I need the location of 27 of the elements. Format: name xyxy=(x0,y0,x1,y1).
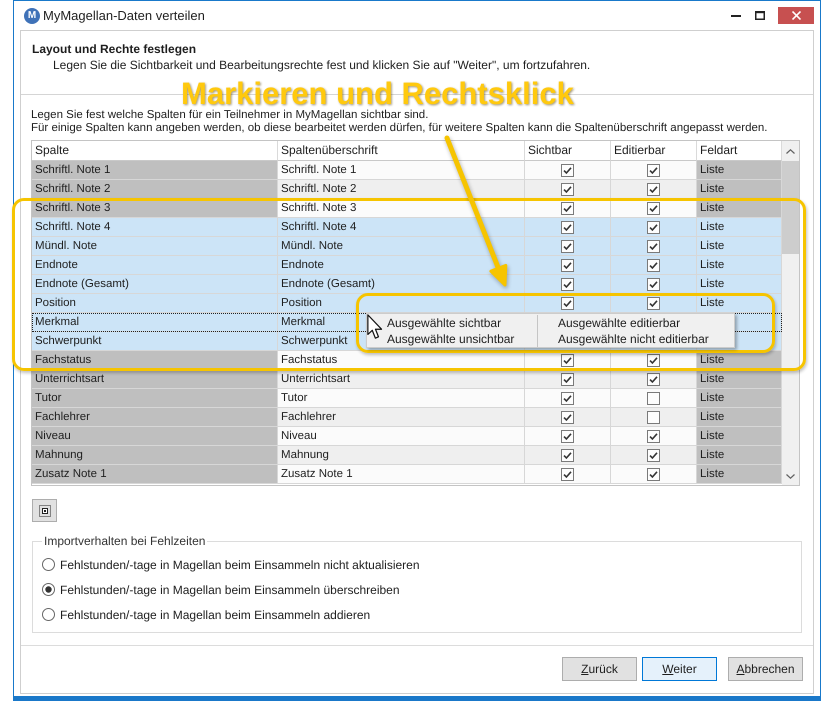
table-cell: Fachstatus xyxy=(278,351,525,370)
app-logo: M xyxy=(24,8,40,24)
table-cell: Liste xyxy=(697,180,782,199)
table-cell: Niveau xyxy=(32,427,278,446)
annotation-text: Markieren und Rechtsklick xyxy=(181,79,574,108)
table-cell: Liste xyxy=(697,427,782,446)
table-cell: Liste xyxy=(697,446,782,465)
table-cell: Liste xyxy=(697,389,782,408)
table-cell: Tutor xyxy=(32,389,278,408)
table-cell: Fachlehrer xyxy=(32,408,278,427)
table-cell: Schriftl. Note 2 xyxy=(32,180,278,199)
table-cell: Mahnung xyxy=(32,446,278,465)
table-cell: Schriftl. Note 2 xyxy=(278,180,525,199)
table-cell: Liste xyxy=(697,465,782,484)
table-cell: Liste xyxy=(697,408,782,427)
section-title: Layout und Rechte festlegen xyxy=(32,41,198,57)
section-description: Legen Sie die Sichtbarkeit und Bearbeitungsrechte fest und klicken Sie auf "Weiter", um fortzufahren. xyxy=(52,57,592,73)
instruction-text: Legen Sie fest welche Spalten für ein Teilnehmer in MyMagellan sichtbar sind. xyxy=(31,109,428,122)
table-cell: Liste xyxy=(697,370,782,389)
group-title: Importverhalten bei Fehlzeiten xyxy=(43,534,206,548)
window-title: MyMagellan-Daten verteilen xyxy=(43,8,205,23)
table-cell: Zusatz Note 1 xyxy=(32,465,278,484)
table-cell: Unterrichtsart xyxy=(32,370,278,389)
table-cell: Liste xyxy=(697,161,782,180)
table-cell: Schriftl. Note 1 xyxy=(32,161,278,180)
instruction-text: Für einige Spalten kann angeben werden, ob diese bearbeitet werden dürfen, für weitere Spalten kann die Spaltenüberschrift angepasst werden. xyxy=(31,122,768,135)
table-cell: Zusatz Note 1 xyxy=(278,465,525,484)
